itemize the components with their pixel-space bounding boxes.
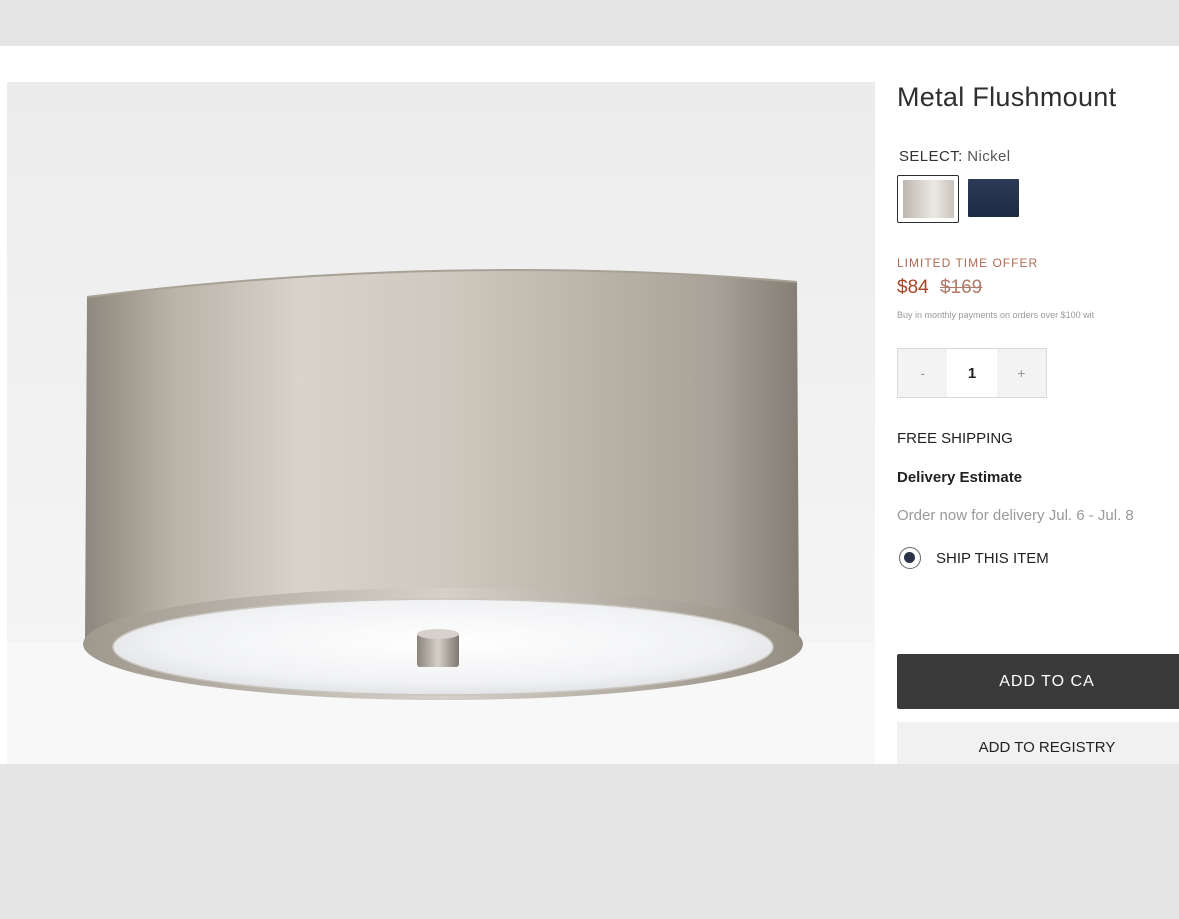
- limited-offer-label: LIMITED TIME OFFER: [897, 256, 1039, 270]
- flushmount-illustration: [7, 82, 875, 764]
- sale-price: $84: [897, 277, 929, 298]
- ship-this-item-option[interactable]: SHIP THIS ITEM: [899, 546, 1049, 570]
- ship-radio-button[interactable]: [899, 547, 921, 569]
- product-image[interactable]: [7, 82, 875, 764]
- product-info-panel: Metal Flushmount SELECT: Nickel LIMITED …: [897, 46, 1179, 764]
- quantity-stepper: - 1 +: [897, 348, 1047, 398]
- navy-chip: [968, 179, 1019, 217]
- decrement-button[interactable]: -: [898, 349, 948, 397]
- delivery-estimate-title: Delivery Estimate: [897, 469, 1023, 486]
- free-shipping-label: FREE SHIPPING: [897, 430, 1013, 447]
- price: $84 $169: [897, 277, 982, 299]
- quantity-input[interactable]: 1: [947, 349, 997, 397]
- swatch-navy[interactable]: [963, 175, 1025, 223]
- installments-text: Buy in monthly payments on orders over $…: [897, 310, 1095, 320]
- product-title: Metal Flushmount: [897, 82, 1117, 112]
- delivery-estimate-text: Order now for delivery Jul. 6 - Jul. 8: [897, 507, 1134, 524]
- add-to-registry-button[interactable]: ADD TO REGISTRY: [897, 722, 1179, 764]
- increment-button[interactable]: +: [996, 349, 1046, 397]
- select-label: SELECT:: [899, 148, 963, 165]
- add-to-cart-button[interactable]: ADD TO CA: [897, 654, 1179, 709]
- ship-option-label: SHIP THIS ITEM: [936, 549, 1049, 567]
- nickel-chip: [903, 180, 954, 218]
- selected-finish: SELECT: Nickel: [899, 148, 1011, 165]
- product-page: Metal Flushmount SELECT: Nickel LIMITED …: [0, 46, 1179, 764]
- original-price: $169: [939, 277, 983, 298]
- select-value: Nickel: [967, 148, 1011, 165]
- swatch-nickel[interactable]: [897, 175, 959, 223]
